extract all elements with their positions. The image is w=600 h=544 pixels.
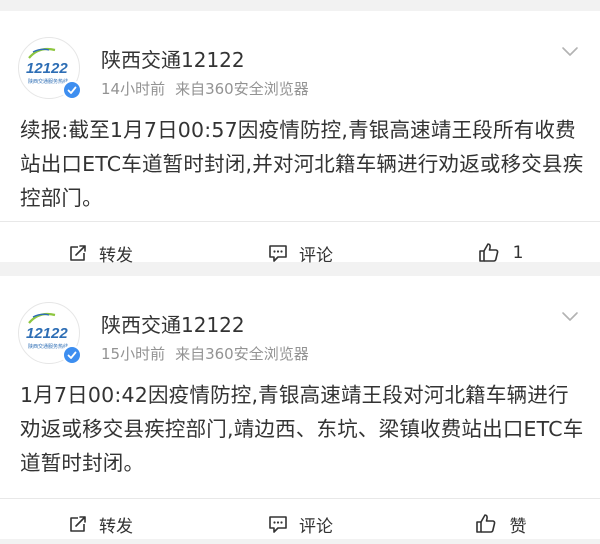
top-spacer [0,0,600,11]
like-button[interactable]: 赞 [400,504,600,544]
chevron-down-icon[interactable] [560,310,580,324]
repost-button[interactable]: 转发 [0,233,200,273]
verified-badge-icon [67,351,77,359]
like-count: 1 [512,243,524,263]
account-name[interactable]: 陕西交通12122 [101,312,245,338]
post-text: 1月7日00:42因疫情防控,青银高速靖王段对河北籍车辆进行劝返或移交县疾控部门… [20,383,584,475]
repost-icon [70,516,86,532]
divider [0,221,600,222]
avatar[interactable]: 12122 陕西交通服务热线 [18,37,82,100]
post-meta: 14小时前 来自360安全浏览器 [101,79,309,99]
post-meta: 15小时前 来自360安全浏览器 [101,344,309,364]
verified-badge [62,80,82,100]
comment-button[interactable]: 评论 [200,233,400,273]
comment-button[interactable]: 评论 [200,504,400,544]
post-source: 来自360安全浏览器 [175,80,309,98]
account-name[interactable]: 陕西交通12122 [101,47,245,73]
repost-icon [70,245,86,261]
post-time: 15小时前 [101,345,166,363]
avatar-caption: 陕西交通服务热线 [28,343,68,350]
comment-icon [269,516,287,533]
like-icon [478,243,498,262]
repost-label: 转发 [99,245,133,266]
post-time: 14小时前 [101,80,166,98]
like-label: 赞 [509,516,527,537]
avatar[interactable]: 12122 陕西交通服务热线 [18,302,82,365]
post-actions: 转发 评论 1 [0,233,600,273]
verified-badge [62,345,82,365]
like-button[interactable]: 1 [400,233,600,273]
post-card: 12122 陕西交通服务热线 陕西交通12122 14小时前 来自360安全浏览器… [0,11,600,266]
post-actions: 转发 评论 赞 [0,504,600,544]
comment-label: 评论 [299,245,333,266]
repost-label: 转发 [99,516,133,537]
like-icon [475,514,495,533]
verified-badge-icon [67,86,77,94]
chevron-down-icon[interactable] [560,45,580,59]
post-card: 12122 陕西交通服务热线 陕西交通12122 15小时前 来自360安全浏览器… [0,276,600,539]
post-text: 续报:截至1月7日00:57因疫情防控,青银高速靖王段所有收费站出口ETC车道暂… [20,118,584,210]
repost-button[interactable]: 转发 [0,504,200,544]
avatar-caption: 陕西交通服务热线 [28,78,68,85]
avatar-number: 12122 [26,60,68,77]
divider [0,498,600,499]
avatar-number: 12122 [26,325,68,342]
comment-label: 评论 [299,516,333,537]
comment-icon [269,245,287,262]
post-source: 来自360安全浏览器 [175,345,309,363]
